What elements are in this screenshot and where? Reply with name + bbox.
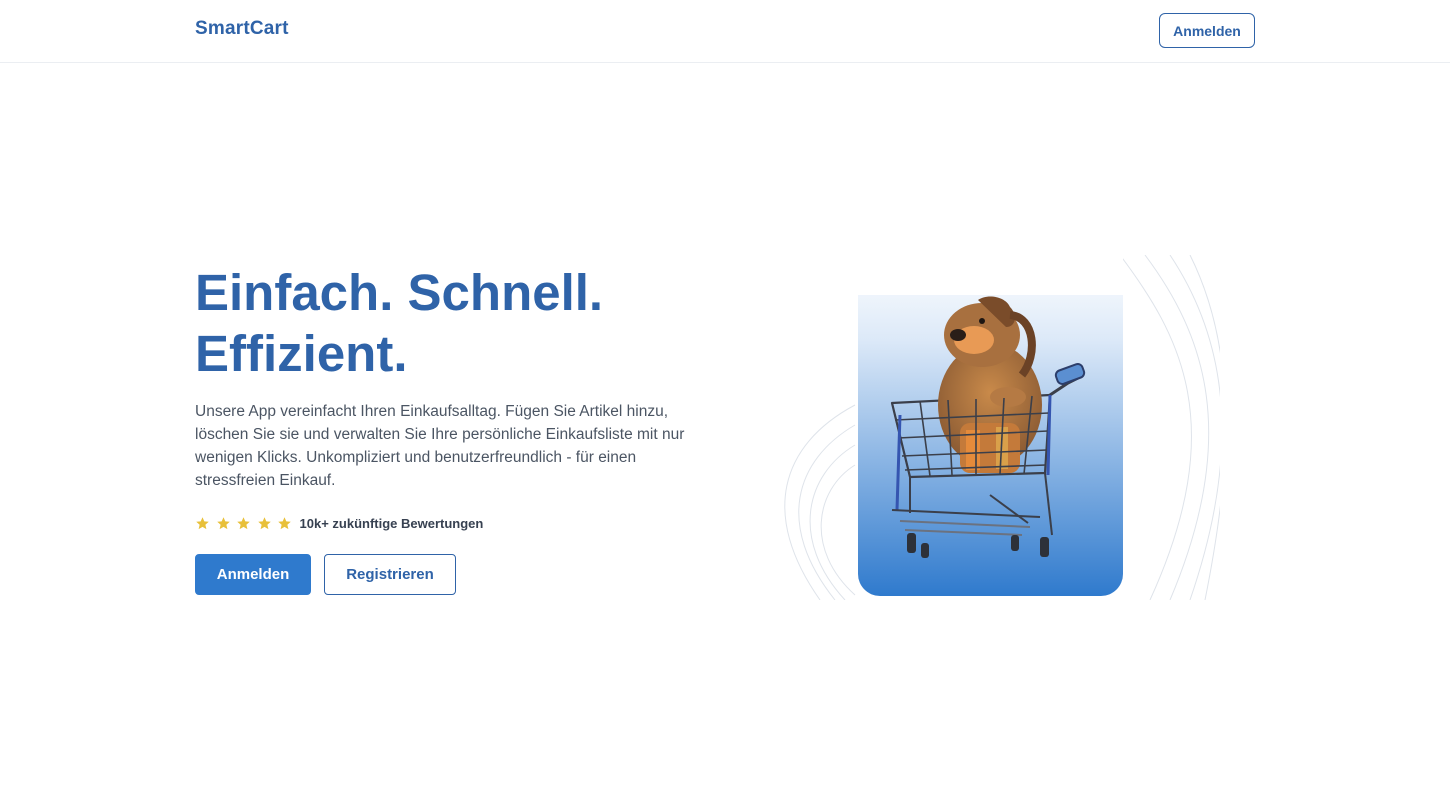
brand-logo[interactable]: SmartCart bbox=[195, 18, 289, 40]
login-button[interactable]: Anmelden bbox=[195, 554, 311, 595]
rating-text: 10k+ zukünftige Bewertungen bbox=[299, 515, 484, 531]
hero-title-line-2: Effizient. bbox=[195, 325, 408, 382]
hero-description: Unsere App vereinfacht Ihren Einkaufsall… bbox=[195, 403, 685, 489]
star-icon bbox=[196, 516, 209, 529]
register-button[interactable]: Registrieren bbox=[324, 554, 456, 595]
cart-wheel bbox=[907, 533, 916, 553]
star-icon bbox=[216, 516, 230, 529]
star-icon bbox=[278, 516, 291, 529]
cart-wheel bbox=[1011, 535, 1019, 551]
hero-title: Einfach. Schnell. Effizient. bbox=[195, 262, 603, 384]
cart-wheel bbox=[1040, 537, 1049, 557]
hero-title-line-1: Einfach. Schnell. bbox=[195, 264, 604, 321]
header-login-button[interactable]: Anmelden bbox=[1159, 13, 1255, 48]
cart-wheel bbox=[921, 543, 929, 558]
star-icon bbox=[257, 516, 271, 529]
top-navbar: SmartCart Anmelden bbox=[0, 0, 1450, 63]
star-icon bbox=[237, 516, 250, 529]
hero-illustration bbox=[784, 255, 1220, 600]
rating-row: 10k+ zukünftige Bewertungen bbox=[195, 513, 483, 533]
